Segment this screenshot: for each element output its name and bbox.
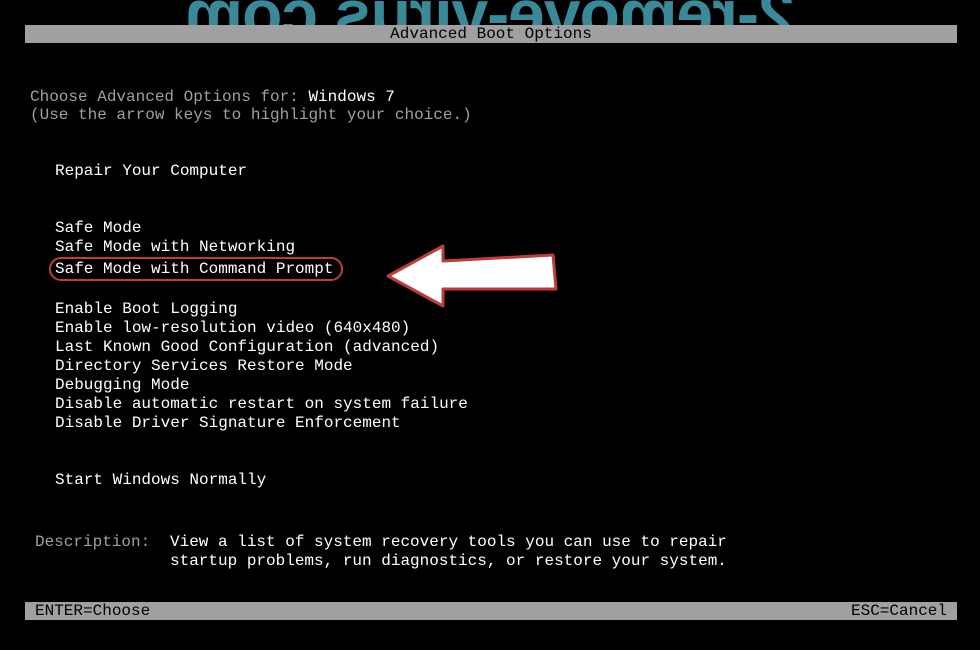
menu-lkg[interactable]: Last Known Good Configuration (advanced) (55, 338, 957, 357)
description-text: View a list of system recovery tools you… (170, 533, 727, 571)
menu-repair[interactable]: Repair Your Computer (55, 162, 957, 181)
title-bar: Advanced Boot Options (25, 25, 957, 43)
menu-no-driver-sig[interactable]: Disable Driver Signature Enforcement (55, 414, 957, 433)
menu-low-res[interactable]: Enable low-resolution video (640x480) (55, 319, 957, 338)
footer-enter: ENTER=Choose (35, 602, 150, 620)
highlight-box: Safe Mode with Command Prompt (49, 257, 343, 281)
footer-esc: ESC=Cancel (851, 602, 947, 620)
choose-line: Choose Advanced Options for: Windows 7 (30, 88, 957, 106)
content-area: Choose Advanced Options for: Windows 7 (… (25, 88, 957, 571)
hint-line: (Use the arrow keys to highlight your ch… (30, 106, 957, 124)
arrow-left-icon (378, 241, 568, 311)
choose-prefix: Choose Advanced Options for: (30, 88, 308, 106)
menu-safe-mode[interactable]: Safe Mode (55, 219, 957, 238)
menu-start-normally[interactable]: Start Windows Normally (55, 471, 957, 490)
description-line2: startup problems, run diagnostics, or re… (170, 552, 727, 571)
description-block: Description: View a list of system recov… (30, 533, 957, 571)
menu-dsrm[interactable]: Directory Services Restore Mode (55, 357, 957, 376)
footer-bar: ENTER=Choose ESC=Cancel (25, 602, 957, 620)
description-line1: View a list of system recovery tools you… (170, 533, 727, 552)
boot-screen: Advanced Boot Options Choose Advanced Op… (25, 25, 957, 620)
description-label: Description: (35, 533, 170, 571)
menu-no-restart[interactable]: Disable automatic restart on system fail… (55, 395, 957, 414)
boot-menu: Repair Your Computer Safe Mode Safe Mode… (30, 162, 957, 490)
os-name: Windows 7 (308, 88, 394, 106)
menu-debug[interactable]: Debugging Mode (55, 376, 957, 395)
